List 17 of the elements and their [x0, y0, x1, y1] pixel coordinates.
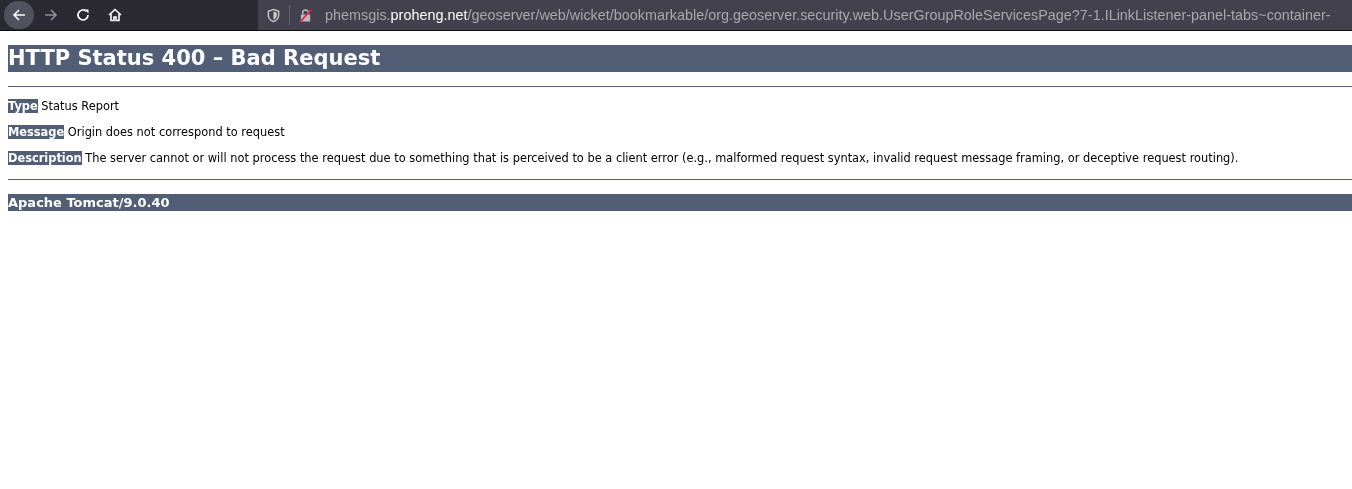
- field-value: Status Report: [41, 99, 120, 113]
- back-arrow-icon: [11, 7, 27, 23]
- field-label: Message: [8, 125, 65, 139]
- insecure-lock-icon: [298, 7, 313, 23]
- address-bar[interactable]: phemsgis.proheng.net/geoserver/web/wicket/bookmarkable/org.geoserver.security.web.UserGroupRoleServicesPage?7-1.ILinkListener-panel-tabs~container-: [258, 0, 1352, 30]
- url-text: phemsgis.proheng.net/geoserver/web/wicket/bookmarkable/org.geoserver.security.web.UserGroupRoleServicesPage?7-1.ILinkListener-panel-tabs~container-: [325, 7, 1331, 23]
- back-button[interactable]: [4, 1, 34, 29]
- shield-icon: [266, 7, 281, 23]
- field-value: Origin does not correspond to request: [67, 125, 285, 139]
- server-footer: Apache Tomcat/9.0.40: [8, 194, 1352, 211]
- field-label: Type: [8, 99, 38, 113]
- forward-arrow-icon: [43, 7, 59, 23]
- page-title: HTTP Status 400 – Bad Request: [8, 45, 1352, 72]
- reload-icon: [75, 7, 91, 23]
- home-icon: [107, 7, 123, 23]
- field-value: The server cannot or will not process the request due to something that is perceived to be a client error (e.g., malformed request syntax, invalid request message framing, or deceptive request routing).: [85, 151, 1239, 165]
- field-label: Description: [8, 151, 82, 165]
